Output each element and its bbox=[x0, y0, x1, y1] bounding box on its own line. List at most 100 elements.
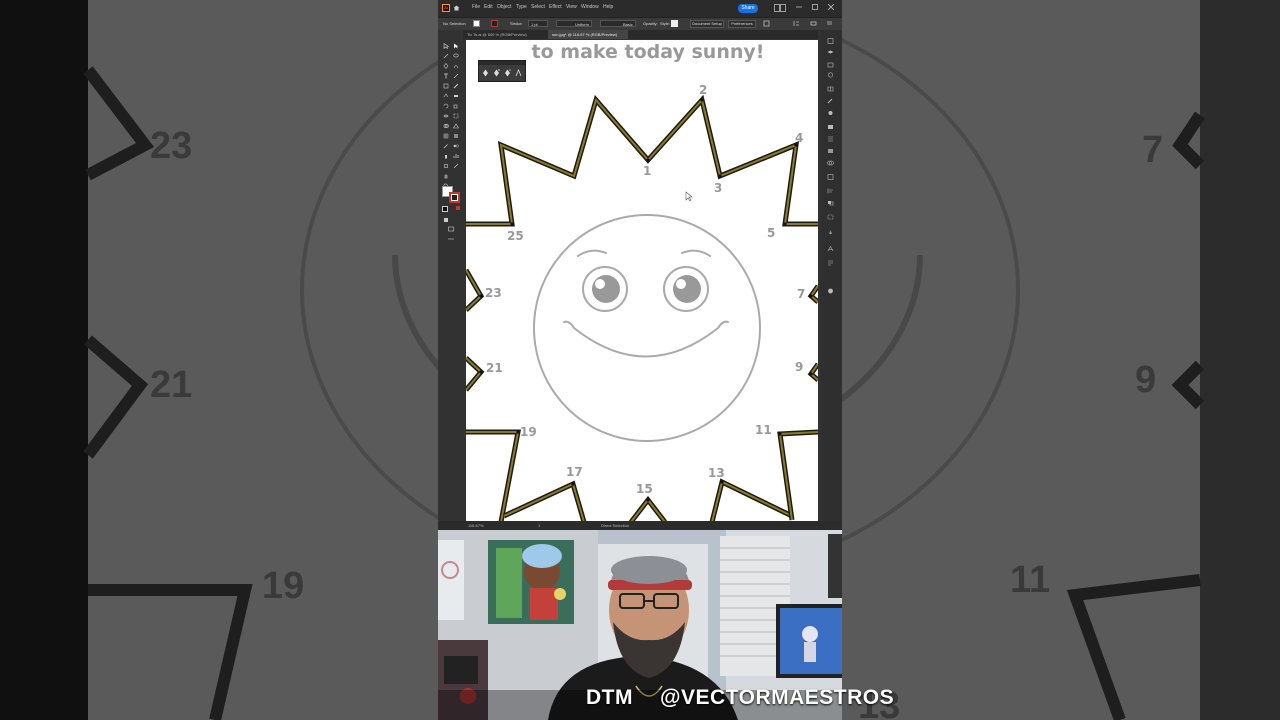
menu-bar: Ai File Edit Object Type Select Effect V… bbox=[438, 0, 842, 17]
eraser-tool-icon[interactable] bbox=[453, 93, 459, 99]
workspace-icon[interactable] bbox=[774, 4, 786, 12]
wall-artwork bbox=[488, 540, 574, 624]
panel-title-bar[interactable] bbox=[479, 61, 525, 65]
stroke-color-box[interactable] bbox=[449, 192, 460, 203]
blend-tool-icon[interactable] bbox=[453, 143, 459, 149]
pathfinder-icon[interactable] bbox=[827, 200, 834, 206]
align-icon[interactable] bbox=[793, 20, 800, 27]
symbols-icon[interactable] bbox=[827, 110, 834, 116]
appearance-icon[interactable] bbox=[827, 174, 834, 180]
none-color-icon[interactable] bbox=[456, 206, 460, 210]
transparency-icon[interactable] bbox=[827, 160, 834, 166]
brushes-icon[interactable] bbox=[827, 98, 834, 104]
transform-panel-icon[interactable] bbox=[827, 214, 834, 220]
layers-icon[interactable] bbox=[827, 50, 834, 56]
worksheet-headline: to make today sunny! bbox=[532, 41, 765, 63]
free-transform-tool-icon[interactable] bbox=[453, 113, 459, 119]
hand-tool-icon[interactable] bbox=[443, 173, 449, 179]
color-icon[interactable] bbox=[827, 72, 834, 78]
artboard-tool-icon[interactable] bbox=[443, 163, 449, 169]
shaper-tool-icon[interactable] bbox=[443, 93, 449, 99]
slice-tool-icon[interactable] bbox=[453, 163, 459, 169]
share-button[interactable]: Share bbox=[738, 4, 758, 13]
menu-object[interactable]: Object bbox=[497, 4, 511, 10]
gradient-tool-icon[interactable] bbox=[453, 133, 459, 139]
rotate-tool-icon[interactable] bbox=[443, 103, 449, 109]
transform-icon[interactable] bbox=[810, 20, 817, 27]
align-panel-icon[interactable] bbox=[827, 188, 834, 194]
scale-tool-icon[interactable] bbox=[453, 103, 459, 109]
menu-effect[interactable]: Effect bbox=[549, 4, 562, 10]
screen-mode-icon[interactable] bbox=[448, 226, 454, 232]
more-tools-icon[interactable] bbox=[448, 236, 454, 242]
character-icon[interactable] bbox=[827, 246, 834, 252]
brush-dropdown[interactable]: Basic bbox=[600, 20, 636, 27]
cc-icon[interactable] bbox=[827, 288, 834, 294]
home-icon[interactable] bbox=[453, 5, 460, 11]
lasso-tool-icon[interactable] bbox=[453, 53, 459, 59]
opacity-label[interactable]: Opacity: bbox=[643, 21, 658, 26]
tab-tic-ts[interactable]: Tic Ts.ai @ 800 % (RGB/Preview) bbox=[463, 30, 548, 39]
menu-help[interactable]: Help bbox=[603, 4, 613, 10]
draw-normal-icon[interactable] bbox=[443, 217, 449, 223]
style-label: Style: bbox=[660, 21, 671, 26]
swatches-icon[interactable] bbox=[827, 86, 834, 92]
style-swatch[interactable] bbox=[671, 20, 678, 27]
dot-label-3: 3 bbox=[714, 181, 722, 195]
default-colors-icon[interactable] bbox=[442, 206, 448, 212]
dot-label-4: 4 bbox=[795, 131, 803, 145]
stroke-swatch[interactable] bbox=[491, 20, 498, 27]
paintbrush-tool-icon[interactable] bbox=[453, 83, 459, 89]
menu-window[interactable]: Window bbox=[581, 4, 599, 10]
line-tool-icon[interactable] bbox=[453, 73, 459, 79]
illustrator-window: Ai File Edit Object Type Select Effect V… bbox=[438, 0, 842, 530]
preferences-button[interactable]: Preferences bbox=[728, 20, 756, 28]
anchor-point-icon[interactable] bbox=[515, 69, 522, 77]
artboard-canvas[interactable]: to make today sunny! 1 2 3 4 5 7 9 11 13… bbox=[466, 40, 818, 522]
eyedropper-tool-icon[interactable] bbox=[443, 143, 449, 149]
tab-sun[interactable]: sun.jpg* @ 116.67 % (RGB/Preview) bbox=[548, 30, 628, 39]
menu-view[interactable]: View bbox=[566, 4, 577, 10]
menu-file[interactable]: File bbox=[472, 4, 480, 10]
menu-type[interactable]: Type bbox=[516, 4, 527, 10]
arrange-icon[interactable] bbox=[763, 20, 770, 27]
direct-selection-tool-icon[interactable] bbox=[453, 43, 459, 49]
symbol-sprayer-tool-icon[interactable] bbox=[443, 153, 449, 159]
fill-swatch[interactable] bbox=[473, 20, 480, 27]
curvature-tool-icon[interactable] bbox=[453, 63, 459, 69]
libraries-icon[interactable] bbox=[827, 62, 834, 68]
pen-icon[interactable] bbox=[482, 69, 489, 77]
minimize-icon[interactable] bbox=[796, 4, 802, 10]
stroke-weight-dropdown[interactable]: 1 pt bbox=[528, 20, 548, 27]
maximize-icon[interactable] bbox=[812, 4, 818, 10]
type-tool-icon[interactable] bbox=[443, 73, 449, 79]
rectangle-tool-icon[interactable] bbox=[443, 83, 449, 89]
variable-width-dropdown[interactable]: Uniform bbox=[556, 20, 592, 27]
panel-menu-icon[interactable] bbox=[826, 20, 833, 27]
menu-edit[interactable]: Edit bbox=[484, 4, 493, 10]
dot-label-11: 11 bbox=[755, 423, 772, 437]
gradient-panel-icon[interactable] bbox=[827, 148, 834, 154]
stroke-panel-icon[interactable] bbox=[827, 136, 834, 142]
magic-wand-tool-icon[interactable] bbox=[443, 53, 449, 59]
artboard-number[interactable]: 1 bbox=[538, 523, 540, 528]
delete-anchor-icon[interactable] bbox=[504, 69, 511, 77]
paragraph-icon[interactable] bbox=[827, 260, 834, 266]
mesh-tool-icon[interactable] bbox=[443, 133, 449, 139]
zoom-level[interactable]: 116.67% bbox=[468, 523, 484, 528]
perspective-grid-tool-icon[interactable] bbox=[453, 123, 459, 129]
width-tool-icon[interactable] bbox=[443, 113, 449, 119]
close-icon[interactable] bbox=[828, 4, 834, 10]
document-setup-button[interactable]: Document Setup bbox=[690, 20, 724, 28]
dot-label-21: 21 bbox=[486, 361, 503, 375]
pen-tool-icon[interactable] bbox=[443, 63, 449, 69]
properties-icon[interactable] bbox=[827, 38, 834, 44]
menu-select[interactable]: Select bbox=[531, 4, 545, 10]
add-anchor-icon[interactable] bbox=[493, 69, 500, 77]
selection-tool-icon[interactable] bbox=[443, 43, 449, 49]
graph-tool-icon[interactable] bbox=[453, 153, 459, 159]
dot-label-19: 19 bbox=[520, 425, 537, 439]
asset-export-icon[interactable] bbox=[827, 230, 834, 236]
shape-builder-tool-icon[interactable] bbox=[443, 123, 449, 129]
graphic-styles-icon[interactable] bbox=[827, 124, 834, 130]
